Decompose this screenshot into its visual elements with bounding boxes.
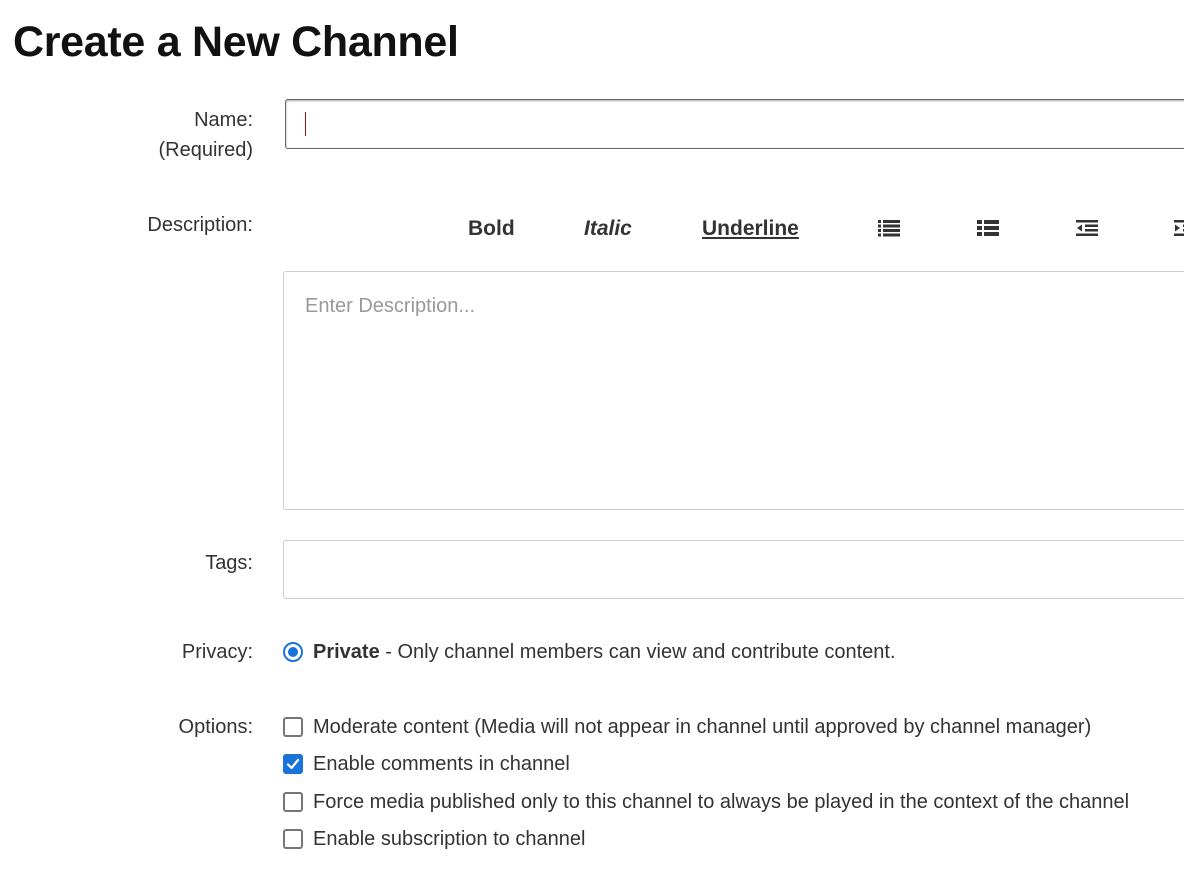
bulleted-list-icon: [878, 220, 900, 237]
force-channel-context-label: Force media published only to this chann…: [313, 791, 1130, 813]
create-channel-page: Create a New Channel Name: (Required) De…: [0, 0, 1184, 869]
description-textarea[interactable]: Enter Description...: [283, 271, 1184, 510]
moderate-content-label: Moderate content (Media will not appear …: [313, 716, 1092, 738]
description-placeholder: Enter Description...: [305, 295, 476, 317]
moderate-content-checkbox[interactable]: [283, 717, 303, 737]
description-label: Description:: [147, 214, 253, 236]
page-title: Create a New Channel: [13, 18, 459, 66]
enable-subscription-checkbox[interactable]: [283, 829, 303, 849]
numbered-list-button[interactable]: [977, 214, 999, 244]
private-option-name: Private: [313, 641, 380, 663]
name-label-text: Name:: [194, 109, 253, 131]
bold-button[interactable]: Bold: [468, 214, 515, 244]
enable-comments-checkbox[interactable]: [283, 754, 303, 774]
private-option-desc: - Only channel members can view and cont…: [379, 641, 896, 663]
enable-comments-label: Enable comments in channel: [313, 753, 570, 775]
private-radio[interactable]: [283, 642, 303, 662]
checkmark-icon: [286, 758, 300, 770]
enable-subscription-label: Enable subscription to channel: [313, 828, 586, 850]
name-required-text: (Required): [158, 139, 253, 161]
name-input[interactable]: [285, 99, 1184, 149]
underline-button[interactable]: Underline: [702, 214, 799, 244]
outdent-icon: [1076, 220, 1098, 236]
name-label: Name: (Required): [159, 105, 253, 165]
text-caret: [305, 112, 306, 136]
bulleted-list-button[interactable]: [878, 214, 900, 244]
tags-label: Tags:: [205, 552, 253, 574]
indent-button[interactable]: [1174, 214, 1184, 244]
tags-input[interactable]: [283, 540, 1184, 599]
numbered-list-icon: [977, 220, 999, 236]
italic-button[interactable]: Italic: [584, 214, 632, 244]
force-channel-context-checkbox[interactable]: [283, 792, 303, 812]
options-label: Options:: [178, 716, 253, 738]
outdent-button[interactable]: [1076, 214, 1098, 244]
private-option-text: Private - Only channel members can view …: [313, 637, 896, 667]
privacy-label: Privacy:: [181, 641, 253, 663]
indent-icon: [1174, 220, 1184, 236]
